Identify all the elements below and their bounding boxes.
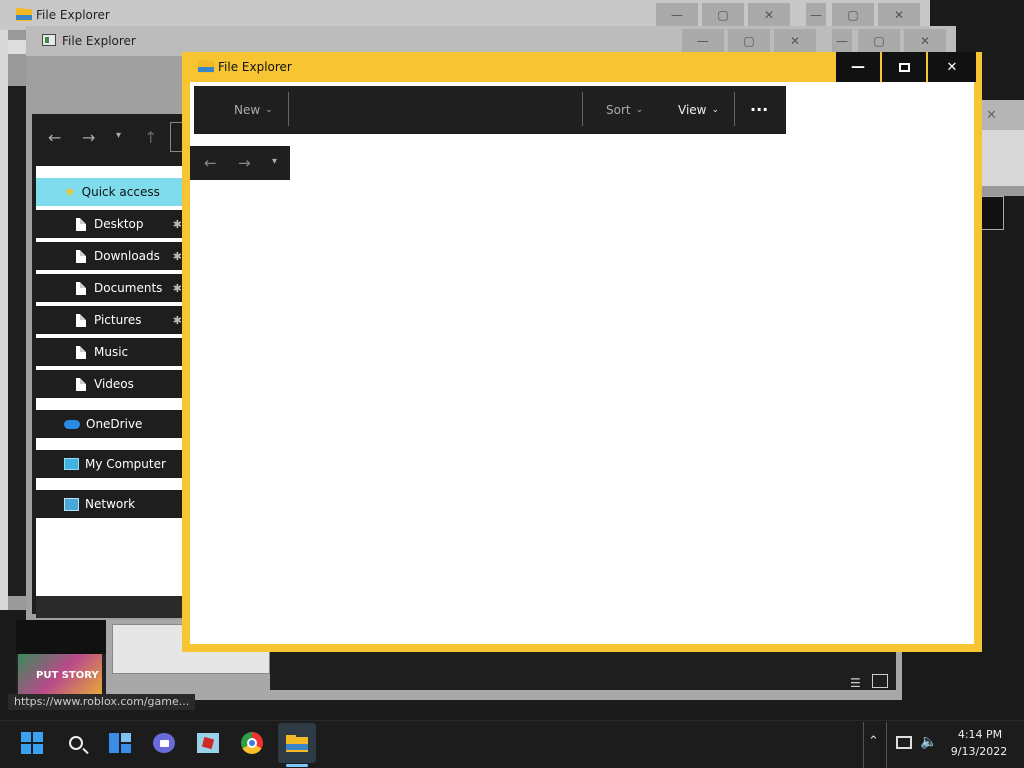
pin-icon: ✱ [172,249,182,263]
nav-item-label: Documents [94,281,163,295]
thumbnail-image: PUT STORY [16,620,106,696]
close-button[interactable]: ✕ [748,3,790,27]
widgets-icon[interactable] [104,727,136,759]
forward-arrow-icon[interactable]: → [82,128,95,147]
file-icon [76,313,86,327]
window-title: File Explorer [62,34,136,48]
nav-item-desktop[interactable]: Desktop ✱ [36,210,182,238]
start-icon[interactable] [16,727,48,759]
minimize-button[interactable]: — [836,52,880,82]
file-explorer-icon[interactable] [278,723,316,763]
window-title: File Explorer [36,8,110,22]
nav-item-music[interactable]: Music [36,338,182,366]
file-icon [76,217,86,231]
minimize-button[interactable]: — [656,3,698,27]
close-button[interactable]: ✕ [774,29,816,53]
network-icon [64,497,79,511]
nav-item-network[interactable]: Network [36,490,182,518]
sort-label: Sort [606,103,631,117]
front-window: File Explorer — ✕ New ⌄ Sort ⌄ View ⌄ ··… [182,52,982,652]
chevron-down-icon: ⌄ [635,105,644,115]
content-area[interactable] [190,82,974,644]
volume-icon[interactable]: 🔈 [920,734,937,750]
show-hidden-icons-button[interactable]: ⌃ [868,734,879,749]
nav-item-label: Music [94,345,129,359]
sort-button[interactable]: Sort ⌄ [606,103,643,117]
back-arrow-icon[interactable]: ← [204,154,217,172]
network-icon[interactable] [896,736,912,749]
nav-item-label: Downloads [94,249,160,263]
forward-arrow-icon[interactable]: → [238,154,251,172]
nav-item-onedrive[interactable]: OneDrive [36,410,182,438]
view-button[interactable]: View ⌄ [678,103,719,117]
folder-icon [198,60,214,76]
thumbnail-text: PUT STORY [36,670,99,681]
meet-icon[interactable] [148,727,180,759]
search-icon[interactable] [60,727,92,759]
close-button-2[interactable]: ✕ [904,29,946,53]
star-icon: ★ [64,184,76,200]
recent-dropdown-icon[interactable]: ▾ [272,156,277,167]
active-indicator [286,764,308,767]
tray-separator [886,722,887,768]
details-view-icon[interactable]: ☰ [850,676,861,690]
roblox-icon[interactable] [192,727,224,759]
file-icon [76,249,86,263]
file-icon [76,345,86,359]
more-label: ··· [750,100,769,119]
view-label: View [678,103,707,117]
recent-dropdown-icon[interactable]: ▾ [116,130,121,141]
pin-icon: ✱ [172,217,182,231]
chevron-down-icon: ⌄ [711,105,720,115]
chrome-icon[interactable] [236,727,268,759]
file-icon [76,281,86,295]
nav-item-label: Pictures [94,313,142,327]
nav-item-documents[interactable]: Documents ✱ [36,274,182,302]
back-window-bottom [36,596,182,618]
close-button-2[interactable]: ✕ [878,3,920,27]
nav-item-my-computer[interactable]: My Computer [36,450,182,478]
new-label: New [234,103,261,117]
back-arrow-icon[interactable]: ← [48,128,61,147]
quick-access-item[interactable]: ★ Quick access [36,178,182,206]
nav-bar: ← → ▾ [190,146,290,180]
nav-item-videos[interactable]: Videos [36,370,182,398]
status-url: https://www.roblox.com/game... [8,694,196,710]
file-icon [76,377,86,391]
nav-item-label: Desktop [94,217,144,231]
new-button[interactable]: New ⌄ [234,103,273,117]
tiles-view-icon[interactable] [872,674,888,688]
close-icon[interactable]: ✕ [986,108,997,123]
maximize-button[interactable] [882,52,926,82]
close-button[interactable]: ✕ [928,52,976,82]
more-options-button[interactable]: ··· [750,100,768,119]
chevron-down-icon: ⌄ [265,105,273,115]
nav-item-label: My Computer [85,457,166,471]
cloud-icon [64,419,80,429]
up-arrow-icon[interactable]: ↑ [144,128,157,147]
tray-separator [863,722,864,768]
minimize-button-2[interactable]: — [832,29,852,53]
pin-icon: ✱ [172,281,182,295]
nav-item-label: OneDrive [86,417,143,431]
maximize-button[interactable]: ▢ [728,29,770,53]
maximize-button-2[interactable]: ▢ [858,29,900,53]
maximize-button[interactable]: ▢ [702,3,744,27]
nav-item-label: Videos [94,377,134,391]
clock-time[interactable]: 4:14 PM [950,728,1010,741]
clock-date[interactable]: 9/13/2022 [946,745,1012,758]
monitor-icon [64,458,79,470]
maximize-button-2[interactable]: ▢ [832,3,874,27]
quick-access-label: Quick access [81,185,160,199]
minimize-button[interactable]: — [682,29,724,53]
minimize-button-2[interactable]: — [806,3,826,27]
window-title: File Explorer [218,60,292,74]
command-bar: New ⌄ Sort ⌄ View ⌄ ··· [194,86,786,134]
nav-item-downloads[interactable]: Downloads ✱ [36,242,182,270]
pin-icon: ✱ [172,313,182,327]
nav-item-pictures[interactable]: Pictures ✱ [36,306,182,334]
nav-item-label: Network [85,497,136,511]
folder-icon [16,8,32,24]
window-app-icon [42,34,56,46]
